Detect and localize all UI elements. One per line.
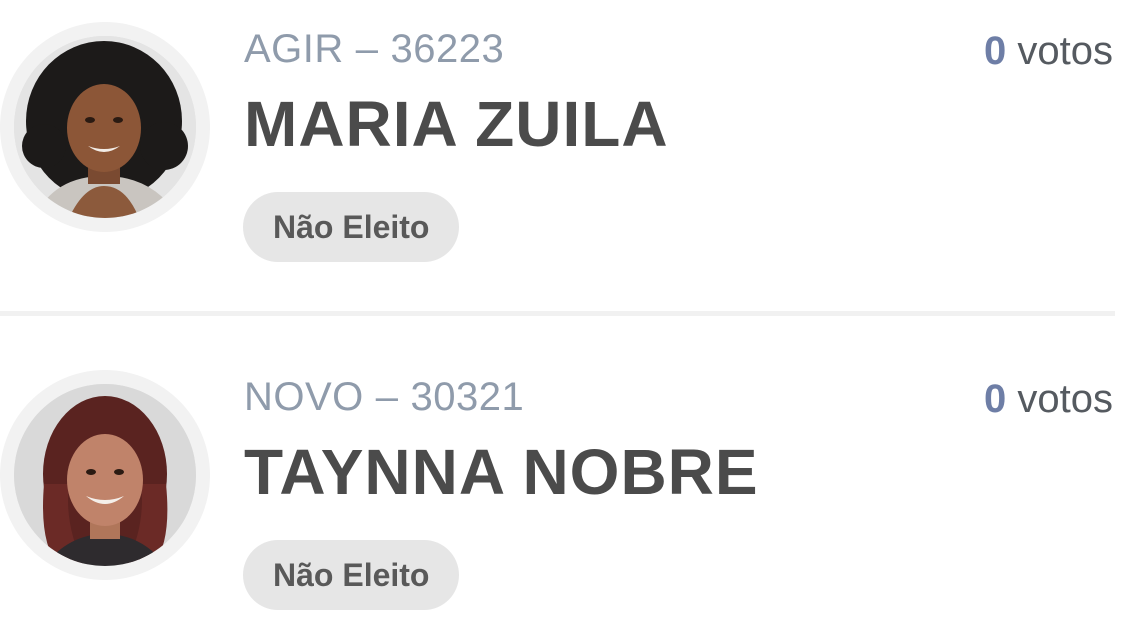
candidate-photo-image: [14, 36, 196, 218]
candidate-photo: [14, 36, 196, 218]
party-name: AGIR: [244, 27, 344, 71]
candidate-photo: [14, 384, 196, 566]
status-badge: Não Eleito: [243, 540, 460, 610]
candidate-list: AGIR –36223 MARIA ZUILA 0 votos Não Eleit…: [0, 0, 1127, 618]
vote-label: votos: [1017, 377, 1113, 421]
party-number-line: NOVO –30321: [244, 373, 524, 421]
vote-count: 0: [984, 377, 1007, 421]
party-name: NOVO: [244, 375, 364, 419]
candidate-number: 36223: [390, 27, 505, 71]
vote-total: 0 votos: [984, 27, 1113, 75]
candidate-photo-image: [14, 384, 196, 566]
candidate-number: 30321: [410, 375, 525, 419]
party-number-line: AGIR –36223: [244, 25, 504, 73]
party-separator: –: [375, 375, 399, 419]
avatar-ring: [0, 370, 210, 580]
vote-total: 0 votos: [984, 375, 1113, 423]
candidate-card[interactable]: AGIR –36223 MARIA ZUILA 0 votos Não Eleit…: [0, 0, 1127, 316]
status-badge: Não Eleito: [243, 192, 460, 262]
candidate-card[interactable]: NOVO –30321 TAYNNA NOBRE 0 votos Não Elei…: [0, 348, 1127, 618]
party-separator: –: [355, 27, 379, 71]
vote-label: votos: [1017, 29, 1113, 73]
avatar-ring: [0, 22, 210, 232]
divider: [0, 311, 1115, 316]
vote-count: 0: [984, 29, 1007, 73]
candidate-name: MARIA ZUILA: [244, 88, 669, 160]
candidate-name: TAYNNA NOBRE: [244, 436, 759, 508]
